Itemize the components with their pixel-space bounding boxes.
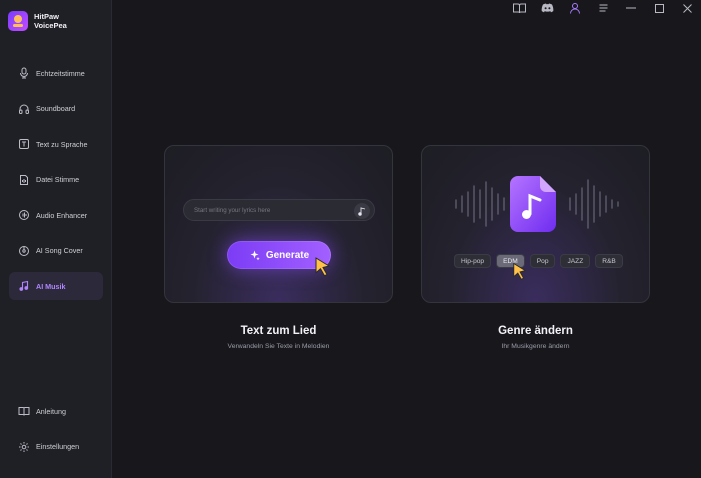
genre-card-title: Genre ändern — [498, 325, 573, 337]
sparkle-icon — [249, 250, 260, 261]
user-icon[interactable] — [561, 1, 589, 15]
sidebar-item-ai-musik[interactable]: AI Musik — [9, 272, 103, 300]
sidebar-item-text-zu-sprache[interactable]: Text zu Sprache — [9, 130, 103, 158]
music-note-icon — [18, 280, 30, 292]
minimize-icon[interactable] — [617, 1, 645, 15]
sidebar-item-label: AI Musik — [36, 281, 66, 291]
sidebar-item-datei-stimme[interactable]: Datei Stimme — [9, 166, 103, 194]
sidebar-item-label: AI Song Cover — [36, 246, 83, 255]
music-note-button[interactable] — [354, 203, 370, 219]
sidebar-item-label: Einstellungen — [36, 442, 80, 451]
sidebar-item-label: Anleitung — [36, 406, 66, 416]
pointer-cursor-icon — [513, 262, 527, 280]
guide-book-icon[interactable] — [505, 1, 533, 15]
genre-chip-jazz[interactable]: JAZZ — [560, 254, 591, 268]
sidebar-item-einstellungen[interactable]: Einstellungen — [9, 433, 103, 461]
sidebar-item-label: Text zu Sprache — [36, 139, 88, 149]
menu-icon[interactable] — [589, 1, 617, 15]
lyrics-input[interactable] — [194, 206, 344, 214]
sidebar-item-label: Soundboard — [36, 104, 76, 113]
sidebar-item-echtzeitstimme[interactable]: Echtzeitstimme — [9, 59, 103, 87]
book-icon — [18, 405, 30, 417]
sidebar-item-label: Echtzeitstimme — [36, 68, 85, 78]
genre-chip-hip-pop[interactable]: Hip-pop — [454, 254, 492, 268]
genre-chip-list: Hip-pop EDM Pop JAZZ R&B — [454, 254, 628, 268]
sidebar-item-label: Datei Stimme — [36, 175, 80, 184]
sidebar-item-anleitung[interactable]: Anleitung — [9, 397, 103, 425]
discord-icon[interactable] — [533, 1, 561, 15]
lyrics-to-song-card[interactable]: Generate — [164, 145, 393, 303]
genre-chip-rnb[interactable]: R&B — [595, 254, 623, 268]
sidebar-nav: Echtzeitstimme Soundboard Text zu Sprach… — [0, 59, 112, 308]
genre-chip-pop[interactable]: Pop — [529, 254, 556, 268]
app-name-line1: HitPaw — [34, 12, 60, 21]
sidebar-item-ai-song-cover[interactable]: AI Song Cover — [9, 237, 103, 265]
sidebar: HitPaw VoicePea Echtzeitstimme Soundboar… — [0, 0, 112, 478]
song-cover-icon — [18, 245, 30, 257]
lyrics-card-title: Text zum Lied — [240, 325, 317, 337]
headphones-icon — [18, 103, 30, 115]
sidebar-bottom: Anleitung Einstellungen — [0, 397, 112, 468]
file-voice-icon — [18, 174, 30, 186]
pointer-cursor-icon — [315, 257, 331, 277]
settings-icon — [18, 441, 30, 453]
genre-card-subtitle: Ihr Musikgenre ändern — [501, 343, 570, 350]
sidebar-item-label: Audio Enhancer — [36, 210, 88, 220]
sidebar-item-audio-enhancer[interactable]: Audio Enhancer — [9, 201, 103, 229]
close-icon[interactable] — [673, 1, 701, 15]
app-logo-icon — [8, 11, 28, 31]
audio-enhancer-icon — [18, 209, 30, 221]
change-genre-card[interactable]: Hip-pop EDM Pop JAZZ R&B — [421, 145, 650, 303]
microphone-icon — [18, 67, 30, 79]
music-file-icon — [510, 176, 556, 232]
app-name-line2: VoicePea — [34, 21, 67, 30]
generate-button-label: Generate — [265, 249, 310, 261]
maximize-icon[interactable] — [645, 1, 673, 15]
text-to-speech-icon — [18, 138, 30, 150]
brand: HitPaw VoicePea — [8, 11, 67, 31]
lyrics-card-subtitle: Verwandeln Sie Texte in Melodien — [227, 343, 330, 350]
lyrics-input-field[interactable] — [183, 199, 375, 221]
window-topbar — [505, 0, 701, 16]
app-name: HitPaw VoicePea — [34, 12, 67, 30]
sidebar-item-soundboard[interactable]: Soundboard — [9, 95, 103, 123]
